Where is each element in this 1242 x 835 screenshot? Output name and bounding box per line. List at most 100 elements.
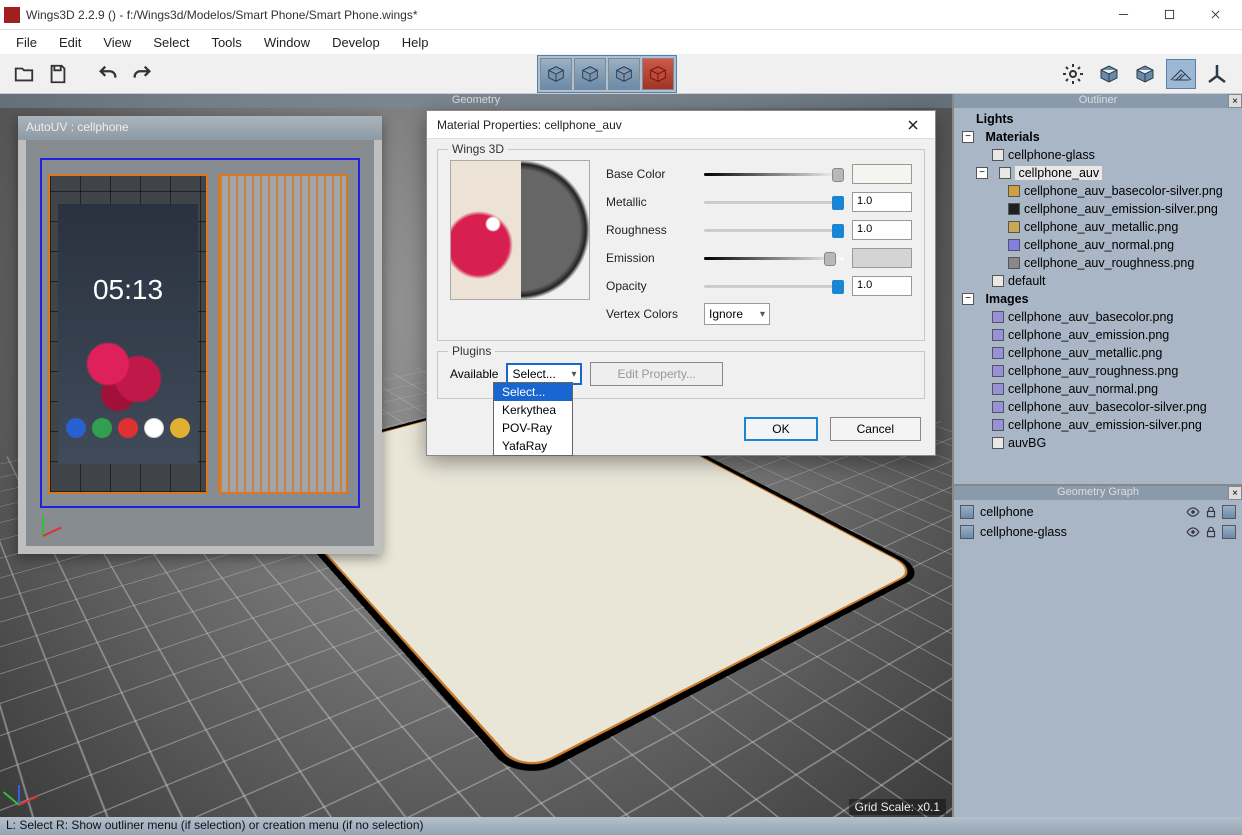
viewport[interactable]: Geometry Grid Scale: x0.1 AutoUV : cellp… — [0, 94, 952, 817]
metallic-slider[interactable] — [704, 195, 844, 209]
menu-select[interactable]: Select — [143, 33, 199, 52]
dropdown-option-kerkythea[interactable]: Kerkythea — [494, 401, 572, 419]
maximize-button[interactable] — [1146, 0, 1192, 30]
axes-icon[interactable] — [1202, 59, 1232, 89]
wire-icon[interactable] — [1222, 505, 1236, 519]
outliner-mat-default[interactable]: default — [962, 272, 1234, 290]
statusbar: L: Select R: Show outliner menu (if sele… — [0, 817, 1242, 835]
statusbar-text: L: Select R: Show outliner menu (if sele… — [6, 818, 424, 832]
image-icon — [992, 437, 1004, 449]
app-logo-icon — [4, 7, 20, 23]
preferences-icon[interactable] — [1058, 59, 1088, 89]
outliner-img3[interactable]: cellphone_auv_metallic.png — [962, 344, 1234, 362]
collapse-icon[interactable]: − — [962, 131, 974, 143]
shading-smooth-icon[interactable] — [1130, 59, 1160, 89]
lock-icon[interactable] — [1204, 505, 1218, 519]
collapse-icon[interactable]: − — [962, 293, 974, 305]
roughness-value[interactable]: 1.0 — [852, 220, 912, 240]
outliner-img4[interactable]: cellphone_auv_roughness.png — [962, 362, 1234, 380]
cancel-button[interactable]: Cancel — [830, 417, 921, 441]
redo-icon[interactable] — [128, 60, 156, 88]
material-icon — [999, 167, 1011, 179]
geograph-close-button[interactable]: × — [1228, 486, 1242, 500]
selection-mode-group — [537, 55, 677, 93]
save-icon[interactable] — [44, 60, 72, 88]
autouv-title[interactable]: AutoUV : cellphone — [18, 116, 382, 140]
outliner-img1[interactable]: cellphone_auv_basecolor.png — [962, 308, 1234, 326]
outliner-img2[interactable]: cellphone_auv_emission.png — [962, 326, 1234, 344]
outliner-lights[interactable]: Lights — [962, 110, 1234, 128]
geograph-row-cellphone[interactable]: cellphone — [954, 502, 1242, 522]
autouv-panel[interactable]: AutoUV : cellphone 05:13 — [18, 116, 382, 554]
emission-slider[interactable] — [704, 251, 844, 265]
base-color-label: Base Color — [606, 167, 696, 181]
image-icon — [992, 311, 1004, 323]
edit-property-button[interactable]: Edit Property... — [590, 362, 722, 386]
plugins-group: Plugins Available Select... Edit Propert… — [437, 351, 925, 399]
outliner-tex3[interactable]: cellphone_auv_metallic.png — [962, 218, 1234, 236]
vertex-colors-select[interactable]: Ignore — [704, 303, 770, 325]
geograph-row-glass[interactable]: cellphone-glass — [954, 522, 1242, 542]
outliner-tex2[interactable]: cellphone_auv_emission-silver.png — [962, 200, 1234, 218]
body-mode-button[interactable] — [642, 58, 674, 90]
vertex-colors-label: Vertex Colors — [606, 307, 696, 321]
dropdown-option-select[interactable]: Select... — [494, 383, 572, 401]
outliner-img8[interactable]: auvBG — [962, 434, 1234, 452]
outliner-images[interactable]: − Images — [962, 290, 1234, 308]
lock-icon[interactable] — [1204, 525, 1218, 539]
outliner-materials[interactable]: − Materials — [962, 128, 1234, 146]
outliner-mat-glass[interactable]: cellphone-glass — [962, 146, 1234, 164]
collapse-icon[interactable]: − — [976, 167, 988, 179]
dropdown-option-yafaray[interactable]: YafaRay — [494, 437, 572, 455]
dropdown-option-povray[interactable]: POV-Ray — [494, 419, 572, 437]
dialog-title-text: Material Properties: cellphone_auv — [437, 118, 622, 132]
minimize-button[interactable] — [1100, 0, 1146, 30]
menu-tools[interactable]: Tools — [201, 33, 251, 52]
dialog-titlebar[interactable]: Material Properties: cellphone_auv — [427, 111, 935, 139]
outliner-img6[interactable]: cellphone_auv_basecolor-silver.png — [962, 398, 1234, 416]
object-icon — [960, 505, 974, 519]
face-mode-button[interactable] — [608, 58, 640, 90]
image-icon — [992, 365, 1004, 377]
menu-file[interactable]: File — [6, 33, 47, 52]
wings3d-legend: Wings 3D — [448, 142, 508, 156]
menu-help[interactable]: Help — [392, 33, 439, 52]
outliner-mat-auv[interactable]: − cellphone_auv — [962, 164, 1234, 182]
available-dropdown-list: Select... Kerkythea POV-Ray YafaRay — [493, 382, 573, 456]
menu-window[interactable]: Window — [254, 33, 320, 52]
edge-mode-button[interactable] — [574, 58, 606, 90]
eye-icon[interactable] — [1186, 505, 1200, 519]
emission-swatch[interactable] — [852, 248, 912, 268]
axis-widget-icon — [8, 769, 48, 809]
ok-button[interactable]: OK — [744, 417, 817, 441]
outliner-img5[interactable]: cellphone_auv_normal.png — [962, 380, 1234, 398]
menu-edit[interactable]: Edit — [49, 33, 91, 52]
outliner-img7[interactable]: cellphone_auv_emission-silver.png — [962, 416, 1234, 434]
autouv-canvas[interactable]: 05:13 — [26, 140, 374, 546]
roughness-slider[interactable] — [704, 223, 844, 237]
base-color-swatch[interactable] — [852, 164, 912, 184]
menu-view[interactable]: View — [93, 33, 141, 52]
shading-flat-icon[interactable] — [1094, 59, 1124, 89]
outliner-tex1[interactable]: cellphone_auv_basecolor-silver.png — [962, 182, 1234, 200]
image-icon — [1008, 239, 1020, 251]
geograph-header: Geometry Graph — [954, 486, 1242, 500]
wire-icon[interactable] — [1222, 525, 1236, 539]
menu-develop[interactable]: Develop — [322, 33, 390, 52]
outliner-tex4[interactable]: cellphone_auv_normal.png — [962, 236, 1234, 254]
opacity-value[interactable]: 1.0 — [852, 276, 912, 296]
dialog-close-button[interactable] — [901, 113, 925, 137]
close-button[interactable] — [1192, 0, 1238, 30]
outliner-tex5[interactable]: cellphone_auv_roughness.png — [962, 254, 1234, 272]
opacity-slider[interactable] — [704, 279, 844, 293]
metallic-value[interactable]: 1.0 — [852, 192, 912, 212]
outliner-close-button[interactable]: × — [1228, 94, 1242, 108]
vertex-mode-button[interactable] — [540, 58, 572, 90]
ground-plane-icon[interactable] — [1166, 59, 1196, 89]
open-icon[interactable] — [10, 60, 38, 88]
image-icon — [1008, 221, 1020, 233]
undo-icon[interactable] — [94, 60, 122, 88]
grid-scale-label: Grid Scale: x0.1 — [849, 799, 946, 815]
eye-icon[interactable] — [1186, 525, 1200, 539]
base-color-slider[interactable] — [704, 167, 844, 181]
